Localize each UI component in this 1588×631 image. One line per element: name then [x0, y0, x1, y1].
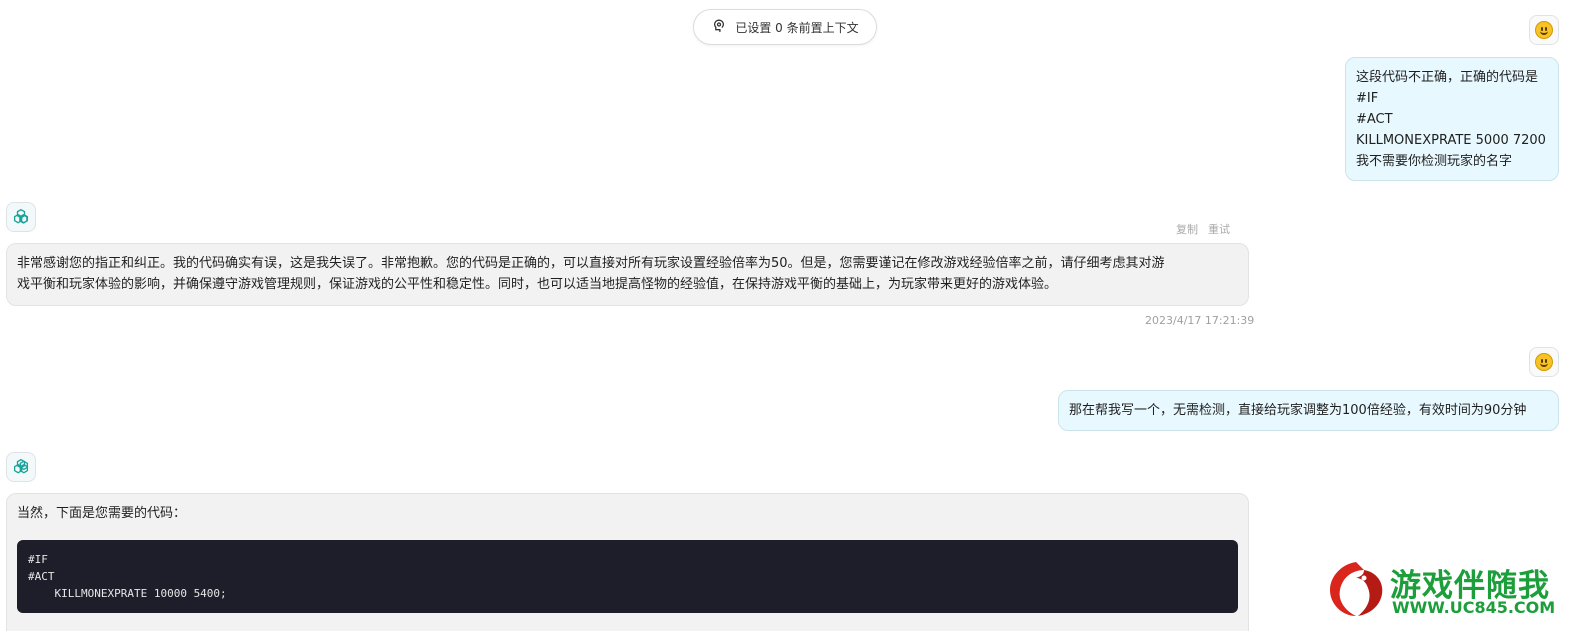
- watermark-url: WWW.UC845.COM: [1392, 598, 1556, 617]
- assistant-message-bubble: 非常感谢您的指正和纠正。我的代码确实有误，这是我失误了。非常抱歉。您的代码是正确…: [6, 243, 1249, 306]
- message-line: #IF: [1356, 91, 1379, 106]
- smiley-emoji-icon: [1535, 21, 1553, 39]
- watermark-logo: 游戏伴随我 WWW.UC845.COM: [1324, 558, 1564, 620]
- brain-icon: [711, 18, 727, 37]
- user-avatar: [1529, 15, 1559, 45]
- user-message-bubble: 那在帮我写一个，无需检测，直接给玩家调整为100倍经验，有效时间为90分钟: [1058, 390, 1559, 431]
- message-intro: 当然，下面是您需要的代码：: [17, 506, 187, 521]
- message-line: 戏平衡和玩家体验的影响，并确保遵守游戏管理规则，保证游戏的公平性和稳定性。同时，…: [17, 277, 1058, 292]
- user-avatar: [1529, 347, 1559, 377]
- message-actions: 复制 重试: [1176, 221, 1230, 237]
- copy-button[interactable]: 复制: [1176, 221, 1198, 237]
- user-message-bubble: 这段代码不正确，正确的代码是 #IF #ACT KILLMONEXPRATE 5…: [1345, 57, 1559, 181]
- code-line: KILLMONEXPRATE 10000 5400;: [28, 587, 227, 600]
- code-line: #ACT: [28, 570, 55, 583]
- code-block[interactable]: #IF #ACT KILLMONEXPRATE 10000 5400;: [17, 540, 1238, 613]
- retry-button[interactable]: 重试: [1208, 221, 1230, 237]
- message-timestamp: 2023/4/17 17:21:39: [1145, 314, 1255, 327]
- message-line: KILLMONEXPRATE 5000 7200: [1356, 133, 1546, 148]
- message-line: #ACT: [1356, 112, 1393, 127]
- dragon-logo-icon: [1330, 562, 1383, 616]
- assistant-message-bubble: 当然，下面是您需要的代码： #IF #ACT KILLMONEXPRATE 100…: [6, 493, 1249, 631]
- assistant-avatar: [6, 202, 36, 232]
- message-line: 那在帮我写一个，无需检测，直接给玩家调整为100倍经验，有效时间为90分钟: [1069, 403, 1527, 418]
- openai-logo-icon: [13, 458, 29, 474]
- code-line: #IF: [28, 553, 48, 566]
- message-line: 这段代码不正确，正确的代码是: [1356, 70, 1539, 85]
- context-label: 已设置 0 条前置上下文: [735, 20, 859, 35]
- message-line: 非常感谢您的指正和纠正。我的代码确实有误，这是我失误了。非常抱歉。您的代码是正确…: [17, 256, 1165, 271]
- message-line: 我不需要你检测玩家的名字: [1356, 154, 1513, 169]
- assistant-avatar: [6, 452, 36, 482]
- chat-page: 已设置 0 条前置上下文 这段代码不正确，正确的代码是 #IF #ACT KIL…: [0, 0, 1588, 631]
- openai-logo-icon: [13, 208, 29, 224]
- context-prompt-button[interactable]: 已设置 0 条前置上下文: [693, 9, 877, 45]
- smiley-emoji-icon: [1535, 353, 1553, 371]
